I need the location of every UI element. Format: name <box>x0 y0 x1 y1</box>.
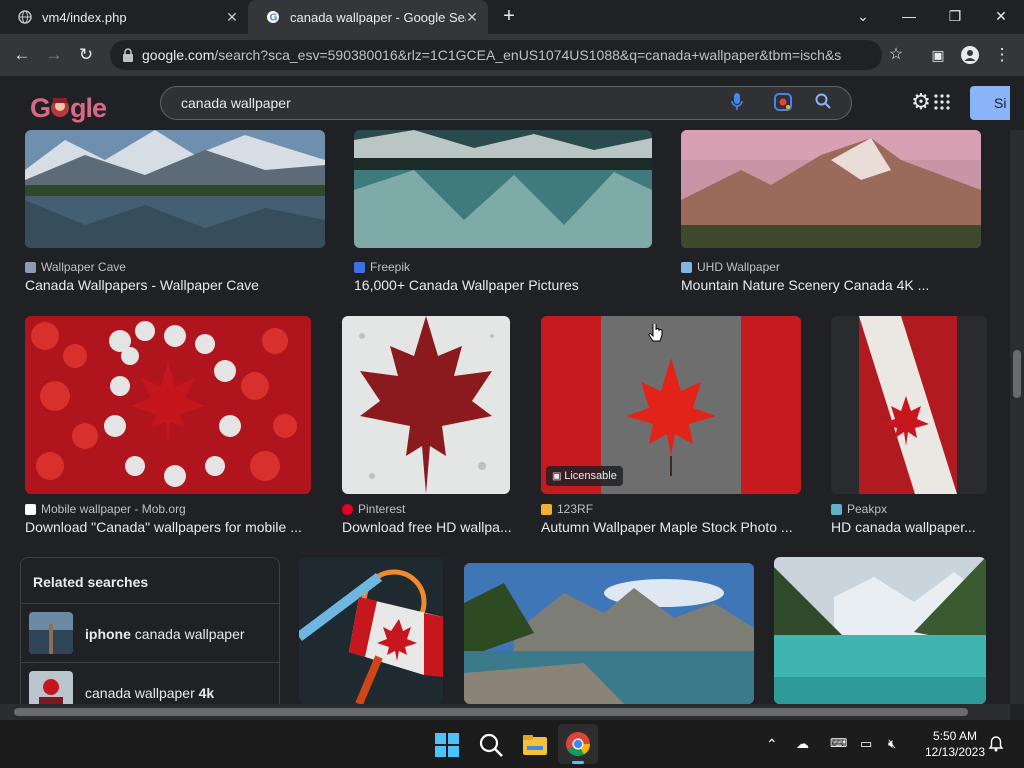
settings-gear-icon[interactable]: ⚙ <box>910 91 932 114</box>
result-source: Peakpx <box>831 502 887 516</box>
tab-vm4[interactable]: vm4/index.php ✕ <box>0 0 248 34</box>
chrome-taskbar-button[interactable] <box>558 724 598 764</box>
tab-canada-wallpaper[interactable]: G canada wallpaper - Google Searc ✕ <box>248 0 488 34</box>
result-source: UHD Wallpaper <box>681 260 780 274</box>
favicon-icon <box>354 261 365 273</box>
related-search-text: canada wallpaper 4k <box>85 685 215 701</box>
tab-search-chevron-icon[interactable]: ⌄ <box>850 6 876 26</box>
related-search-text: iphone canada wallpaper <box>85 626 245 642</box>
result-thumbnail[interactable] <box>681 130 981 248</box>
scrollbar-thumb[interactable] <box>14 708 968 716</box>
sign-in-button[interactable]: Si <box>970 86 1010 120</box>
related-searches-heading: Related searches <box>33 574 149 590</box>
favicon-icon <box>25 503 36 515</box>
result-title[interactable]: Canada Wallpapers - Wallpaper Cave <box>25 277 325 293</box>
result-source: Wallpaper Cave <box>25 260 126 274</box>
chevron-up-icon[interactable]: ⌃ <box>766 736 778 753</box>
image-icon: ▣ <box>552 471 565 482</box>
svg-text:G: G <box>30 93 50 123</box>
tab-label: canada wallpaper - Google Searc <box>290 9 466 25</box>
licensable-badge: ▣ Licensable <box>546 466 623 486</box>
result-thumbnail[interactable] <box>354 130 652 248</box>
svg-text:gle: gle <box>70 93 107 123</box>
chrome-icon <box>566 732 590 757</box>
globe-icon <box>18 10 32 24</box>
result-source: Pinterest <box>342 502 405 516</box>
horizontal-scrollbar[interactable] <box>0 704 1010 720</box>
result-thumbnail[interactable] <box>25 130 325 248</box>
favicon-icon <box>342 503 353 515</box>
onedrive-offline-icon[interactable]: ☁ <box>796 736 809 752</box>
search-icon[interactable] <box>813 93 833 113</box>
search-input[interactable]: canada wallpaper <box>181 95 291 111</box>
google-header: G gle canada wallpaper ⚙ Si <box>0 76 1010 130</box>
url-text: google.com/search?sca_esv=590380016&rlz=… <box>142 47 842 63</box>
result-title[interactable]: Download free HD wallpa... <box>342 519 518 535</box>
google-icon: G <box>267 11 279 24</box>
clock[interactable]: 5:50 AM 12/13/2023 <box>922 728 988 760</box>
favicon-icon <box>681 261 692 273</box>
windows-taskbar: ⌃ ☁ ⌨ ▭ 🔇︎ 5:50 AM 12/13/2023 <box>0 720 1024 768</box>
result-thumbnail[interactable] <box>342 316 510 494</box>
result-title[interactable]: Autumn Wallpaper Maple Stock Photo ... <box>541 519 803 535</box>
result-title[interactable]: HD canada wallpaper... <box>831 519 981 535</box>
related-thumbnail <box>29 612 73 654</box>
result-source: Mobile wallpaper - Mob.org <box>25 502 186 516</box>
lock-icon <box>123 48 133 62</box>
clock-date: 12/13/2023 <box>924 745 986 759</box>
tab-label: vm4/index.php <box>42 9 127 25</box>
close-tab-icon[interactable]: ✕ <box>464 9 480 25</box>
favicon-icon <box>831 503 842 515</box>
close-window-button[interactable]: ✕ <box>988 6 1014 26</box>
side-panel-icon[interactable]: ▣ <box>926 43 950 67</box>
search-box[interactable]: canada wallpaper <box>160 86 852 120</box>
reload-icon[interactable]: ↻ <box>74 43 98 67</box>
microphone-icon[interactable] <box>727 93 747 113</box>
clock-time: 5:50 AM <box>932 729 978 743</box>
search-icon[interactable] <box>478 732 504 758</box>
windows-start-icon[interactable] <box>434 732 460 758</box>
active-app-indicator <box>572 761 584 764</box>
result-title[interactable]: Download "Canada" wallpapers for mobile … <box>25 519 317 535</box>
minimize-button[interactable]: — <box>896 6 922 26</box>
apps-grid-icon[interactable] <box>932 94 952 114</box>
result-thumbnail[interactable]: ▣ Licensable <box>541 316 801 494</box>
scrollbar-thumb[interactable] <box>1013 350 1021 398</box>
result-title[interactable]: Mountain Nature Scenery Canada 4K ... <box>681 277 981 293</box>
result-source: 123RF <box>541 502 593 516</box>
keyboard-icon[interactable]: ⌨ <box>830 736 847 750</box>
back-arrow-icon[interactable]: ← <box>10 43 34 67</box>
volume-muted-icon[interactable]: 🔇︎ <box>888 736 896 752</box>
forward-arrow-icon[interactable]: → <box>42 43 66 67</box>
related-search-item[interactable]: iphone canada wallpaper <box>21 603 279 662</box>
new-tab-button[interactable]: + <box>496 6 522 26</box>
favicon-icon <box>25 261 36 273</box>
vertical-scrollbar[interactable] <box>1010 130 1024 704</box>
google-lens-icon[interactable] <box>773 93 793 113</box>
hand-cursor-icon <box>648 324 663 342</box>
related-searches-panel: Related searches iphone canada wallpaper… <box>20 557 280 719</box>
result-thumbnail[interactable] <box>299 557 443 704</box>
favicon-icon <box>541 503 552 515</box>
file-explorer-icon[interactable] <box>522 732 548 758</box>
display-icon[interactable]: ▭ <box>860 736 872 752</box>
google-doodle-logo[interactable]: G gle <box>30 90 114 131</box>
address-bar[interactable]: google.com/search?sca_esv=590380016&rlz=… <box>110 40 882 70</box>
result-thumbnail[interactable] <box>25 316 311 494</box>
result-thumbnail[interactable] <box>831 316 987 494</box>
close-tab-icon[interactable]: ✕ <box>224 9 240 25</box>
kebab-menu-icon[interactable]: ⋮ <box>990 43 1014 67</box>
profile-icon[interactable] <box>958 43 982 67</box>
tab-strip: vm4/index.php ✕ G canada wallpaper - Goo… <box>0 0 1024 34</box>
result-thumbnail[interactable] <box>464 563 754 704</box>
notification-bell-icon[interactable] <box>988 736 1004 752</box>
bookmark-star-icon[interactable]: ☆ <box>884 43 908 67</box>
result-thumbnail[interactable] <box>774 557 986 704</box>
restore-button[interactable]: ❐ <box>942 6 968 26</box>
svg-text:G: G <box>270 13 278 24</box>
result-source: Freepik <box>354 260 410 274</box>
result-title[interactable]: 16,000+ Canada Wallpaper Pictures <box>354 277 652 293</box>
